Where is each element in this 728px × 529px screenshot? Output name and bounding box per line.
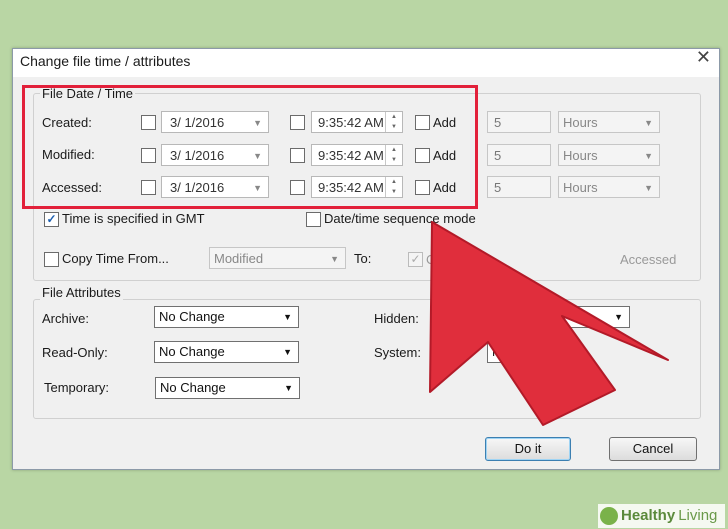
watermark-brand-bold: Healthy	[621, 507, 676, 524]
red-arrow-annotation	[429, 221, 669, 426]
leaf-logo-icon	[600, 507, 618, 526]
watermark-brand-light: Living	[678, 507, 718, 524]
red-arrow-shape	[429, 221, 669, 426]
healthy-living-watermark: Healthy Living	[598, 504, 726, 528]
